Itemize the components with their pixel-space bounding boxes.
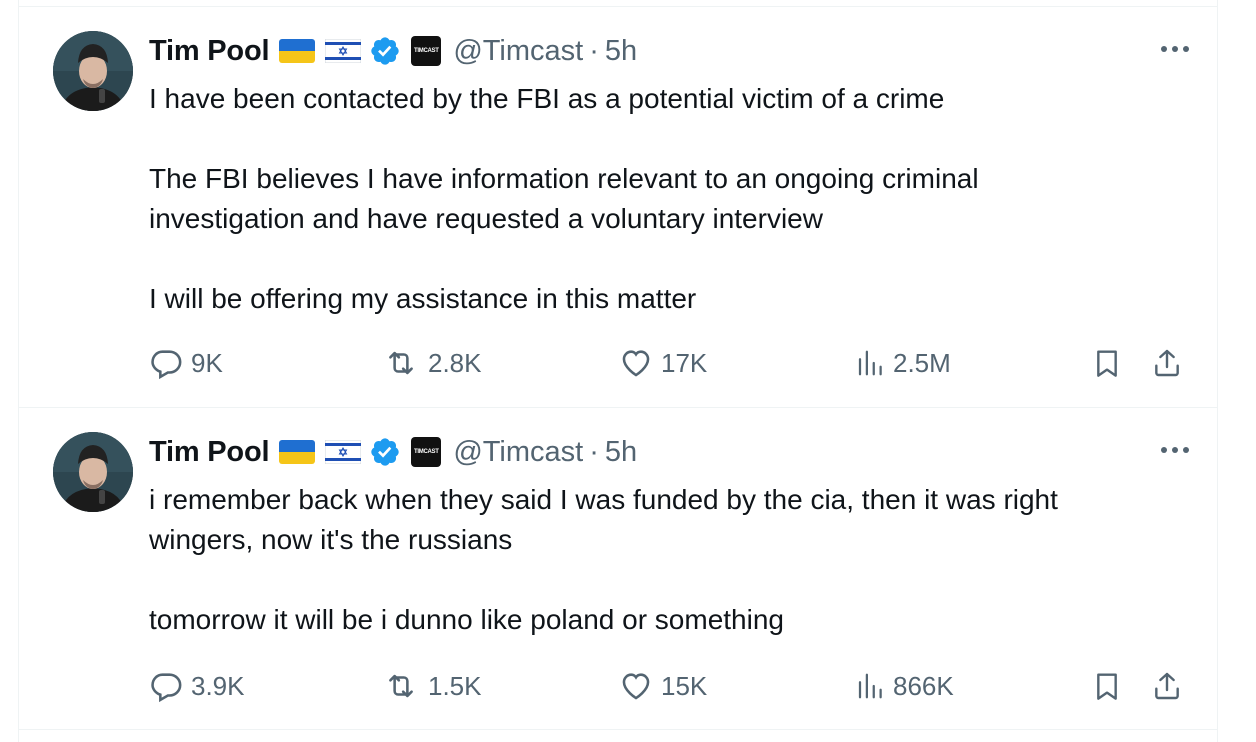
tweet-feed: Tim Pool TIMCAST @Timcast · 5h I have be… [18, 0, 1218, 742]
author-name[interactable]: Tim Pool [149, 436, 270, 469]
separator-dot: · [589, 435, 599, 468]
heart-icon [622, 350, 650, 377]
reply-icon [151, 350, 182, 380]
tweet-actions: 3.9K 1.5K 15K 866K [149, 666, 1187, 706]
retweet-icon [389, 674, 413, 698]
like-button[interactable]: 15K [619, 669, 707, 703]
tweet-actions: 9K 2.8K 17K 2.5M [149, 343, 1187, 383]
reply-count: 9K [191, 347, 223, 378]
heart-icon [622, 673, 650, 700]
tweet[interactable]: Tim Pool TIMCAST @Timcast · 5h I have be… [19, 6, 1217, 407]
affiliate-badge[interactable]: TIMCAST [411, 437, 442, 467]
more-icon[interactable] [1155, 37, 1195, 61]
bookmark-icon [1097, 350, 1117, 377]
tweet[interactable]: Tim Pool TIMCAST @Timcast · 5h i remembe… [19, 407, 1217, 730]
tweet-text: i remember back when they said I was fun… [149, 480, 1189, 640]
view-count: 2.5M [893, 347, 951, 378]
verified-badge-icon[interactable] [369, 35, 401, 67]
ukraine-flag-icon [279, 39, 316, 63]
share-icon [1155, 349, 1179, 377]
like-count: 17K [661, 347, 708, 378]
israel-flag-icon [324, 439, 362, 465]
reply-icon [151, 673, 182, 703]
avatar[interactable] [53, 432, 133, 512]
avatar[interactable] [53, 31, 133, 111]
tweet-line: The FBI believes I have information rele… [149, 163, 979, 194]
affiliate-badge[interactable]: TIMCAST [411, 36, 442, 66]
views-icon [858, 673, 882, 699]
tweet-line: I have been contacted by the FBI as a po… [149, 83, 945, 114]
verified-badge-icon[interactable] [369, 436, 401, 468]
views-icon [858, 350, 882, 376]
retweet-button[interactable]: 1.5K [382, 669, 482, 703]
views-button[interactable]: 2.5M [855, 346, 951, 380]
ukraine-flag-icon [279, 440, 316, 464]
reply-button[interactable]: 3.9K [149, 669, 245, 703]
share-button[interactable] [1151, 669, 1191, 703]
view-count: 866K [893, 670, 954, 701]
tweet-header: Tim Pool TIMCAST @Timcast · 5h [149, 434, 637, 470]
share-icon [1155, 672, 1179, 700]
retweet-count: 1.5K [428, 670, 482, 701]
share-button[interactable] [1151, 346, 1191, 380]
tweet-timestamp[interactable]: 5h [605, 436, 637, 469]
tweet-line: wingers, now it's the russians [149, 524, 513, 555]
like-count: 15K [661, 670, 708, 701]
retweet-button[interactable]: 2.8K [382, 346, 482, 380]
bookmark-button[interactable] [1091, 346, 1131, 380]
tweet-text: I have been contacted by the FBI as a po… [149, 79, 1189, 319]
retweet-count: 2.8K [428, 347, 482, 378]
bookmark-button[interactable] [1091, 669, 1131, 703]
author-handle[interactable]: @Timcast [453, 35, 583, 68]
separator-dot: · [589, 34, 599, 67]
retweet-icon [389, 351, 413, 375]
reply-button[interactable]: 9K [149, 346, 223, 380]
tweet-line: tomorrow it will be i dunno like poland … [149, 604, 784, 635]
reply-count: 3.9K [191, 670, 245, 701]
like-button[interactable]: 17K [619, 346, 707, 380]
views-button[interactable]: 866K [855, 669, 954, 703]
author-handle[interactable]: @Timcast [453, 436, 583, 469]
tweet-header: Tim Pool TIMCAST @Timcast · 5h [149, 33, 637, 69]
tweet-line: investigation and have requested a volun… [149, 203, 823, 234]
tweet-line: I will be offering my assistance in this… [149, 283, 697, 314]
tweet-line: i remember back when they said I was fun… [149, 484, 1058, 515]
bookmark-icon [1097, 673, 1117, 700]
tweet-timestamp[interactable]: 5h [605, 35, 637, 68]
more-icon[interactable] [1155, 438, 1195, 462]
israel-flag-icon [324, 38, 362, 64]
author-name[interactable]: Tim Pool [149, 35, 270, 68]
